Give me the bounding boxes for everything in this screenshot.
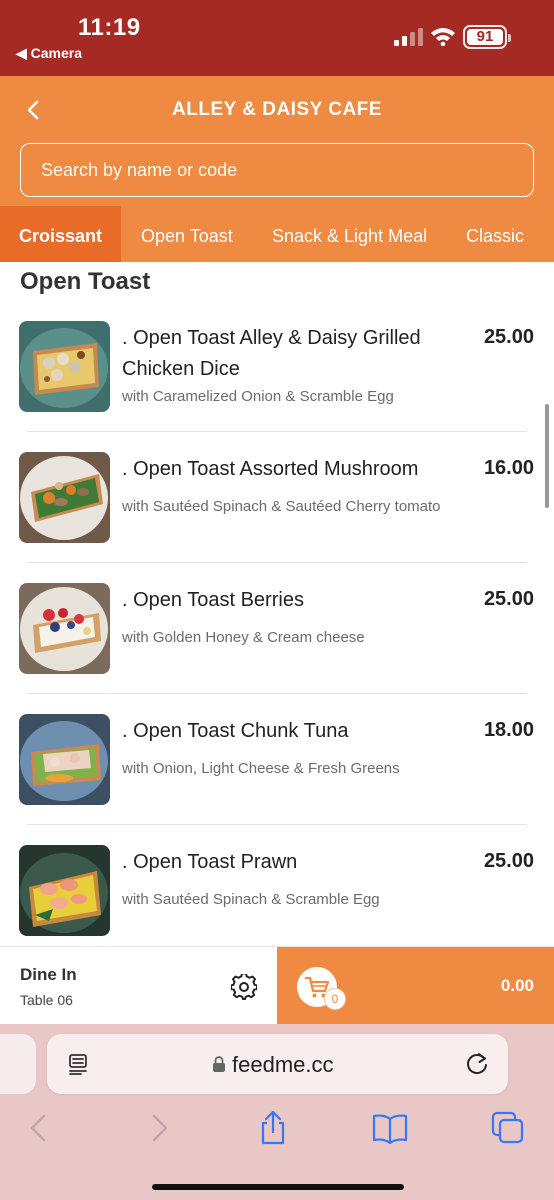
gear-icon[interactable] (231, 974, 257, 1000)
menu-item[interactable]: . Open Toast Assorted Mushroom with Saut… (0, 452, 554, 583)
url-text: feedme.cc (232, 1052, 334, 1077)
tab-open-toast[interactable]: Open Toast (141, 206, 233, 262)
cart-total: 0.00 (500, 976, 534, 995)
tab-croissant[interactable]: Croissant (0, 206, 121, 262)
battery-level: 91 (476, 28, 494, 45)
dine-mode-label: Dine In (20, 965, 77, 984)
previous-tab-preview[interactable] (0, 1034, 36, 1094)
divider (27, 693, 527, 694)
reload-icon[interactable] (464, 1050, 490, 1078)
divider (27, 562, 527, 563)
status-time: 11:19 (78, 14, 141, 41)
tab-classic[interactable]: Classic (466, 206, 524, 262)
table-number: Table 06 (20, 992, 73, 1008)
item-description: with Golden Honey & Cream cheese (122, 629, 365, 646)
item-description: with Sautéed Spinach & Scramble Egg (122, 891, 380, 908)
item-name: . Open Toast Alley & Daisy Grilled Chick… (122, 327, 421, 380)
grilled-chicken-toast-image (19, 321, 110, 412)
prawn-toast-image (19, 845, 110, 936)
item-name: . Open Toast Berries (122, 589, 304, 611)
back-to-camera-link[interactable]: ◀ Camera (16, 45, 82, 62)
item-name: . Open Toast Assorted Mushroom (122, 458, 419, 480)
address-bar[interactable]: feedme.cc (47, 1034, 508, 1094)
menu-item[interactable]: . Open Toast Alley & Daisy Grilled Chick… (0, 321, 554, 452)
section-title: Open Toast (20, 268, 151, 295)
view-cart-button[interactable]: 0 0.00 (277, 947, 554, 1025)
berries-toast-image (19, 583, 110, 674)
chunk-tuna-toast-image (19, 714, 110, 805)
home-indicator (152, 1184, 404, 1190)
order-bar: Dine In Table 06 0 0.00 (0, 946, 554, 1025)
cellular-signal-icon (394, 28, 423, 46)
scrollbar[interactable] (545, 404, 549, 508)
menu-item[interactable]: . Open Toast Berries with Golden Honey &… (0, 583, 554, 714)
back-icon[interactable] (22, 1110, 58, 1146)
search-input[interactable] (20, 143, 534, 197)
wifi-icon (431, 28, 455, 46)
forward-icon[interactable] (140, 1110, 176, 1146)
share-icon[interactable] (255, 1110, 291, 1146)
browser-toolbar: feedme.cc (0, 1024, 554, 1200)
cart-count-badge: 0 (324, 988, 346, 1010)
item-description: with Caramelized Onion & Scramble Egg (122, 388, 394, 405)
category-tabs: Croissant Open Toast Snack & Light Meal … (0, 206, 554, 262)
mushroom-toast-image (19, 452, 110, 543)
tab-snack-light-meal[interactable]: Snack & Light Meal (272, 206, 427, 262)
cafe-title: ALLEY & DAISY CAFE (172, 99, 382, 120)
divider (27, 431, 527, 432)
item-description: with Onion, Light Cheese & Fresh Greens (122, 760, 400, 777)
item-price: 18.00 (483, 719, 534, 741)
item-price: 25.00 (483, 850, 534, 872)
item-price: 16.00 (483, 457, 534, 479)
item-description: with Sautéed Spinach & Sautéed Cherry to… (122, 498, 441, 515)
status-bar: 11:19 ◀ Camera 91 (0, 0, 554, 76)
lock-icon (213, 1056, 225, 1072)
item-name: . Open Toast Prawn (122, 851, 298, 873)
tabs-icon[interactable] (490, 1110, 526, 1146)
item-price: 25.00 (483, 326, 534, 348)
item-name: . Open Toast Chunk Tuna (122, 720, 349, 742)
divider (27, 824, 527, 825)
bookmarks-icon[interactable] (372, 1110, 408, 1146)
item-price: 25.00 (483, 588, 534, 610)
menu-item[interactable]: . Open Toast Chunk Tuna with Onion, Ligh… (0, 714, 554, 845)
app-header: ALLEY & DAISY CAFE Croissant Open Toast … (0, 76, 554, 262)
page-menu-icon[interactable] (67, 1052, 91, 1076)
battery-icon: 91 (463, 25, 511, 49)
